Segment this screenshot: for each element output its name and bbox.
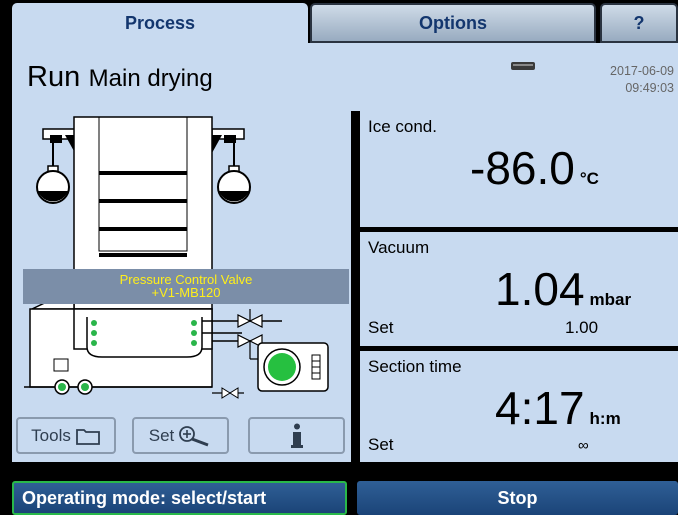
vacuum-pump-icon	[257, 342, 329, 392]
run-label: Run	[27, 61, 81, 93]
vacuum-reading: 1.04 mbar	[495, 262, 631, 316]
ice-cond-unit: °C	[579, 169, 599, 188]
operating-mode-label: Operating mode: select/start	[22, 487, 267, 508]
set-label: Set	[148, 425, 175, 445]
tools-label: Tools	[31, 425, 71, 445]
ice-cond-value: -86.0	[470, 142, 575, 194]
section-time-reading: 4:17 h:m	[495, 381, 621, 435]
section-time-unit: h:m	[589, 409, 621, 428]
tab-help-label: ?	[633, 12, 645, 33]
time-text: 09:49:03	[625, 81, 674, 95]
tools-button[interactable]: Tools	[16, 417, 116, 454]
section-time-value: 4:17	[495, 382, 585, 434]
process-schematic-area: Pressure Control Valve +V1-MB120 Tools S…	[12, 111, 351, 462]
valve-tooltip: Pressure Control Valve +V1-MB120	[23, 269, 349, 304]
vacuum-set-label: Set	[368, 318, 394, 337]
section-time-label: Section time	[368, 357, 462, 376]
tab-process[interactable]: Process	[12, 3, 308, 43]
vacuum-panel: Vacuum 1.04 mbar Set 1.00	[360, 232, 678, 346]
tab-help[interactable]: ?	[600, 3, 678, 43]
datetime: 2017-06-09 09:49:03	[610, 63, 674, 97]
freeze-dryer-schematic	[24, 116, 329, 399]
screen: Process Options ? Run Main drying 2017-0…	[0, 0, 678, 515]
tab-process-label: Process	[124, 12, 196, 33]
section-time-set-value: ∞	[578, 437, 589, 454]
vacuum-unit: mbar	[589, 290, 632, 309]
tab-options-label: Options	[419, 12, 487, 33]
vacuum-value: 1.04	[495, 263, 585, 315]
date-text: 2017-06-09	[610, 64, 674, 78]
folder-icon	[75, 428, 100, 445]
set-zoom-button[interactable]: Set	[132, 417, 229, 454]
ice-cond-label: Ice cond.	[368, 117, 437, 136]
stop-label: Stop	[497, 487, 538, 508]
valve-label-line2: +V1-MB120	[151, 285, 221, 300]
phase-label: Main drying	[88, 65, 213, 92]
ice-condenser-panel: Ice cond. -86.0 °C	[360, 111, 678, 227]
zoom-in-icon	[179, 425, 209, 446]
stop-button[interactable]: Stop	[357, 481, 678, 515]
info-button[interactable]	[248, 417, 345, 454]
vacuum-label: Vacuum	[368, 238, 430, 257]
run-status-title: Run Main drying	[27, 61, 213, 94]
right-flask-icon	[211, 128, 251, 204]
left-flask-icon	[36, 128, 76, 204]
section-time-set-label: Set	[368, 435, 394, 454]
vacuum-set-value: 1.00	[565, 318, 599, 337]
operating-mode-button[interactable]: Operating mode: select/start	[12, 481, 347, 515]
storage-drive-icon	[511, 62, 535, 70]
section-time-panel: Section time 4:17 h:m Set ∞	[360, 351, 678, 462]
tab-options[interactable]: Options	[310, 3, 596, 43]
drain-valve-icon	[212, 387, 244, 399]
ice-cond-reading: -86.0 °C	[470, 141, 599, 195]
status-header: Run Main drying 2017-06-09 09:49:03	[12, 43, 678, 111]
info-icon	[290, 423, 303, 448]
